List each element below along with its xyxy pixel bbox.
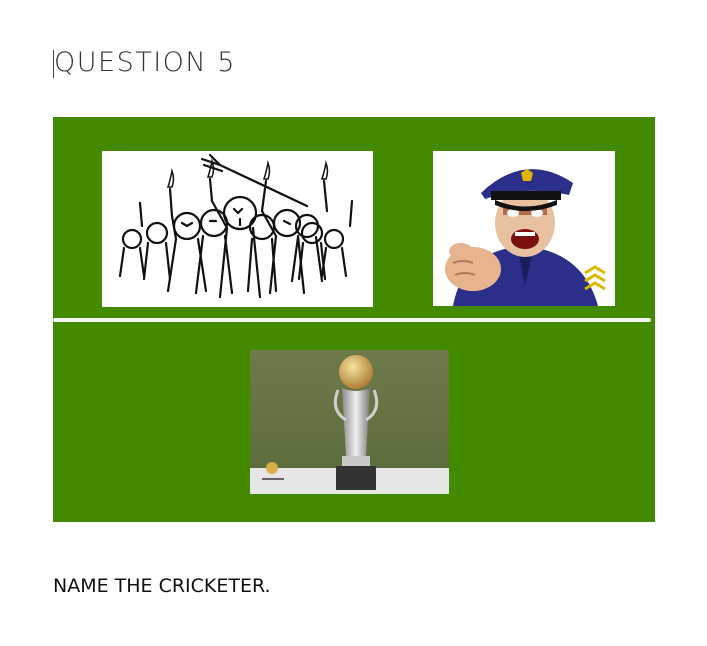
divider-line — [53, 318, 651, 322]
angry-mob-image — [102, 151, 373, 307]
question-heading: QUESTION 5 — [54, 47, 236, 78]
question-prompt: NAME THE CRICKETER. — [53, 575, 271, 597]
clue-panel — [53, 117, 655, 522]
trophy-image — [250, 350, 449, 494]
police-officer-image — [433, 151, 615, 306]
